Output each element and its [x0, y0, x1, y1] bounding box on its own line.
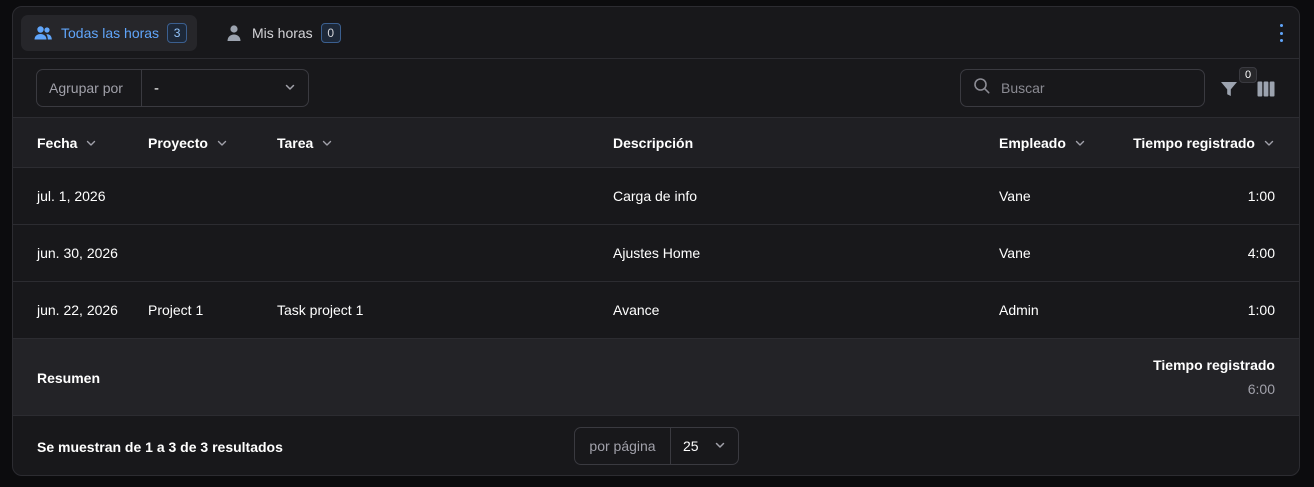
pagination-footer: Se muestran de 1 a 3 de 3 resultados por…: [13, 416, 1299, 475]
group-by-select[interactable]: -: [142, 70, 308, 106]
cell-descripcion: Ajustes Home: [613, 245, 701, 261]
per-page-label: por página: [575, 428, 671, 464]
tab-count-badge: 3: [167, 23, 188, 43]
column-header-proyecto[interactable]: Proyecto: [148, 118, 228, 168]
cell-tiempo: 1:00: [1247, 188, 1275, 204]
user-icon: [224, 23, 244, 43]
column-header-descripcion: Descripción: [613, 118, 693, 168]
tabs-bar: Todas las horas 3 Mis horas 0: [13, 7, 1299, 59]
dots-vertical-icon[interactable]: [1275, 24, 1287, 42]
tab-count-badge: 0: [320, 23, 341, 43]
search-icon: [973, 77, 991, 100]
users-icon: [33, 23, 53, 43]
table-row[interactable]: jun. 22, 2026 Project 1 Task project 1 A…: [13, 282, 1299, 339]
cell-descripcion: Avance: [613, 302, 660, 318]
cell-empleado: Vane: [999, 245, 1031, 261]
summary-label: Resumen: [37, 369, 101, 386]
column-header-label: Descripción: [613, 135, 694, 151]
filter-count-badge: 0: [1239, 67, 1257, 83]
table-toolbar: Agrupar por - 0: [13, 59, 1299, 118]
tab-todas-las-horas[interactable]: Todas las horas 3: [21, 15, 198, 51]
tab-mis-horas[interactable]: Mis horas 0: [212, 15, 351, 51]
group-by-label: Agrupar por: [37, 70, 142, 106]
columns-icon[interactable]: [1256, 79, 1276, 99]
per-page-control: por página 25: [574, 427, 739, 465]
column-header-label: Proyecto: [148, 135, 208, 151]
chevron-down-icon: [85, 137, 97, 149]
chevron-down-icon: [284, 80, 296, 97]
group-by-value: -: [154, 79, 159, 97]
cell-fecha: jul. 1, 2026: [37, 188, 106, 204]
summary-value: 6:00: [1247, 381, 1275, 397]
chevron-down-icon: [216, 137, 228, 149]
chevron-down-icon: [714, 438, 726, 454]
cell-tiempo: 4:00: [1247, 245, 1275, 261]
per-page-select[interactable]: 25: [671, 428, 738, 464]
tab-label: Mis horas: [252, 25, 313, 41]
cell-tiempo: 1:00: [1247, 302, 1275, 318]
column-header-fecha[interactable]: Fecha: [37, 118, 97, 168]
chevron-down-icon: [1263, 137, 1275, 149]
summary-title: Tiempo registrado: [1153, 357, 1275, 373]
chevron-down-icon: [321, 137, 333, 149]
chevron-down-icon: [1074, 137, 1086, 149]
column-header-label: Fecha: [37, 135, 78, 151]
summary-total: Tiempo registrado 6:00: [1153, 357, 1275, 397]
cell-empleado: Vane: [999, 188, 1031, 204]
funnel-icon[interactable]: [1219, 79, 1239, 99]
column-header-label: Tarea: [277, 135, 314, 151]
cell-fecha: jun. 22, 2026: [37, 302, 118, 318]
search-box: [960, 69, 1205, 107]
column-header-label: Tiempo registrado: [1133, 135, 1255, 151]
table-header: Fecha Proyecto Tarea Descripción Emplead…: [13, 118, 1299, 168]
column-header-label: Empleado: [999, 135, 1066, 151]
column-header-tarea[interactable]: Tarea: [277, 118, 333, 168]
group-by-control: Agrupar por -: [36, 69, 309, 107]
results-count: Se muestran de 1 a 3 de 3 resultados: [37, 438, 283, 455]
cell-tarea: Task project 1: [277, 302, 364, 318]
summary-row: Resumen Tiempo registrado 6:00: [13, 339, 1299, 416]
per-page-value: 25: [683, 438, 699, 454]
cell-fecha: jun. 30, 2026: [37, 245, 118, 261]
column-header-tiempo[interactable]: Tiempo registrado: [1133, 118, 1275, 168]
tab-label: Todas las horas: [61, 25, 160, 41]
cell-descripcion: Carga de info: [613, 188, 698, 204]
search-input[interactable]: [1001, 80, 1191, 96]
column-header-empleado[interactable]: Empleado: [999, 118, 1086, 168]
table-row[interactable]: jun. 30, 2026 Ajustes Home Vane 4:00: [13, 225, 1299, 282]
time-entries-panel: Todas las horas 3 Mis horas 0 Agrupar po…: [12, 6, 1300, 476]
cell-empleado: Admin: [999, 302, 1039, 318]
cell-proyecto: Project 1: [148, 302, 204, 318]
table-row[interactable]: jul. 1, 2026 Carga de info Vane 1:00: [13, 168, 1299, 225]
